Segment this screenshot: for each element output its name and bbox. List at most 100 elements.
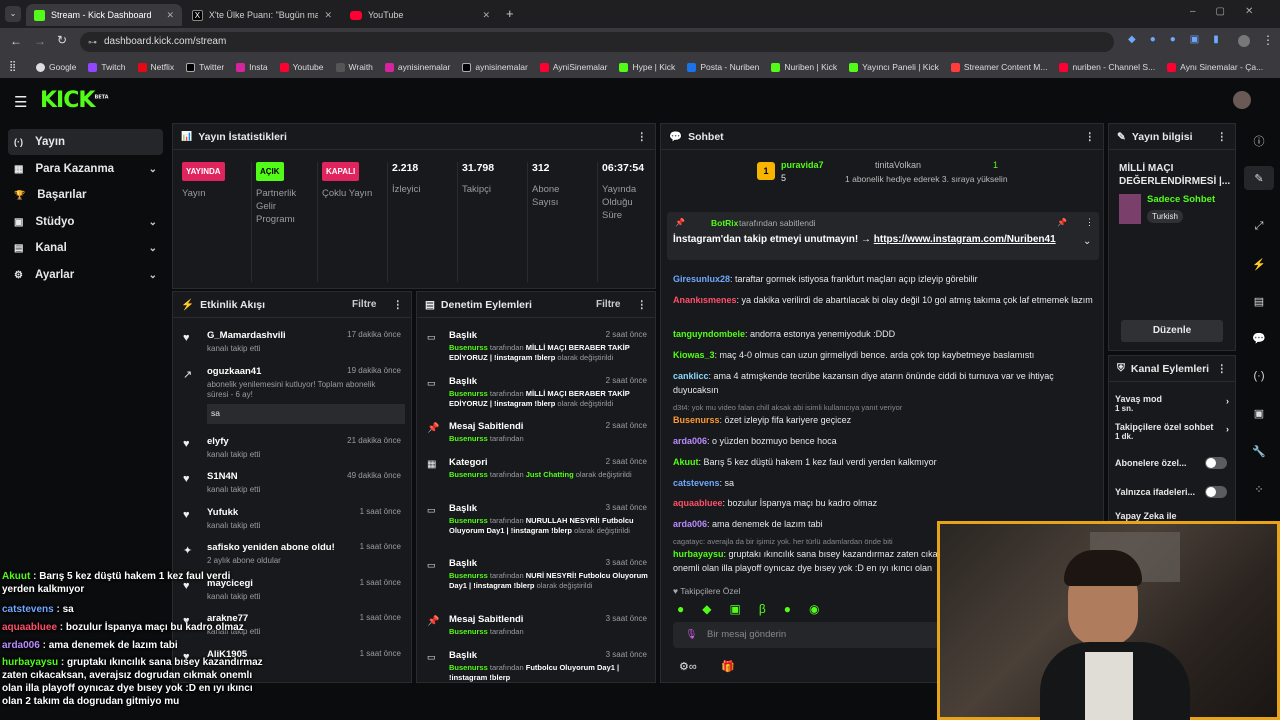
bookmark-nuriben-kick[interactable]: Nuriben | Kick [771, 62, 837, 72]
tab-list-dropdown[interactable]: ⌄ [5, 6, 21, 22]
slow-mode-setting[interactable]: Yavaş mod 1 sn. › [1115, 394, 1231, 413]
bookmark-streamer-content[interactable]: Streamer Content M... [950, 62, 1047, 72]
bookmark-twitch[interactable]: Twitch [88, 62, 126, 72]
sidebar-item-ayarlar[interactable]: ⚙ Ayarlar ⌄ [8, 262, 163, 288]
chat-username[interactable]: hurbayaysu [673, 549, 724, 559]
chat-username[interactable]: tanguyndombele [673, 329, 745, 339]
reload-icon[interactable]: ↻ [57, 33, 67, 47]
bookmark-aynisinemalar-1[interactable]: aynisinemalar [384, 62, 450, 72]
bookmark-insta[interactable]: Insta [236, 62, 268, 72]
broadcast-icon[interactable]: (·) [1244, 364, 1274, 388]
bookmark-channel-studio[interactable]: nuriben - Channel S... [1059, 62, 1155, 72]
more-options-icon[interactable]: ⋮ [637, 131, 648, 143]
wrench-icon[interactable]: 🔧 [1244, 439, 1274, 463]
edit-button[interactable]: Düzenle [1121, 320, 1223, 342]
address-bar[interactable]: ⊶ dashboard.kick.com/stream [80, 32, 1114, 52]
back-icon[interactable]: ← [10, 34, 22, 48]
lightning-icon[interactable]: ⚡ [1244, 252, 1274, 276]
bookmark-posta[interactable]: Posta - Nuriben [687, 62, 759, 72]
chat-username[interactable]: Busenurss [673, 415, 720, 425]
microphone-icon[interactable]: 🎙 [685, 622, 697, 648]
sidebar-item-yayin[interactable]: (·) Yayın [8, 129, 163, 155]
tab-youtube[interactable]: YouTube ✕ [342, 4, 498, 26]
bookmark-ayni-sinemalar[interactable]: Aynı Sinemalar - Ça... [1167, 62, 1263, 72]
chevron-down-icon[interactable]: ⌄ [1083, 236, 1091, 247]
mod-suffix: olarak değiştirildi [536, 581, 593, 590]
x-favicon-icon: X [192, 9, 203, 21]
filter-button[interactable]: Filtre [596, 299, 620, 310]
sidebar-item-basarilar[interactable]: 🏆 Başarılar [8, 182, 163, 208]
new-tab-button[interactable]: + [506, 6, 514, 21]
bookmark-yayinci-paneli[interactable]: Yayıncı Paneli | Kick [849, 62, 939, 72]
menu-icon[interactable]: ⋮ [1262, 33, 1274, 47]
share-icon[interactable]: ⁘ [1244, 477, 1274, 501]
chat-settings-icon[interactable]: ⚙∞ [679, 660, 697, 673]
tab-kick-dashboard[interactable]: Stream - Kick Dashboard ✕ [26, 4, 182, 26]
chat-username[interactable]: catstevens [673, 478, 720, 488]
info-icon[interactable]: ⓘ [1244, 129, 1274, 153]
stream-category[interactable]: Sadece Sohbet [1147, 194, 1215, 205]
chat-input[interactable]: 🎙 Bir mesaj gönderin [673, 622, 939, 648]
unpin-icon[interactable]: 📌 [1057, 218, 1067, 227]
chat-username[interactable]: Giresunlux28 [673, 274, 730, 284]
gift-icon[interactable]: 🎁 [721, 660, 735, 673]
chat-username[interactable]: arda006 [673, 436, 707, 446]
apps-icon[interactable]: ⣿ [9, 61, 16, 72]
resub-icon: ↗ [183, 369, 193, 381]
stat-subscribers: 312 Abone Sayısı [527, 162, 587, 282]
more-options-icon[interactable]: ⋮ [1217, 363, 1228, 375]
chat-username[interactable]: aquaabluee [673, 498, 723, 508]
more-options-icon[interactable]: ⋮ [393, 299, 404, 311]
bookmark-aynisinemalar-3[interactable]: AyniSinemalar [539, 62, 607, 72]
site-info-icon[interactable]: ⊶ [88, 32, 97, 52]
pinned-link[interactable]: https://www.instagram.com/Nuriben41 [874, 234, 1056, 245]
expand-icon[interactable]: ⤢ [1244, 214, 1274, 238]
panel-title: Denetim Eylemleri [440, 298, 532, 311]
chat-username[interactable]: arda006 [673, 519, 707, 529]
filter-button[interactable]: Filtre [352, 299, 376, 310]
followers-only-setting[interactable]: Takipçilere özel sohbet 1 dk. › [1115, 422, 1231, 441]
close-tab-icon[interactable]: ✕ [482, 10, 490, 21]
pinned-more-icon[interactable]: ⋮ [1085, 217, 1094, 228]
forward-icon[interactable]: → [34, 34, 46, 48]
chat-username[interactable]: Anankısmenes [673, 295, 737, 305]
event-time: 1 saat önce [359, 649, 401, 658]
chat-bubble-icon[interactable]: 💬 [1244, 326, 1274, 350]
bookmark-netflix[interactable]: Netflix [137, 62, 174, 72]
more-options-icon[interactable]: ⋮ [1217, 131, 1228, 143]
chat-username[interactable]: Kiowas_3 [673, 350, 715, 360]
chat-username[interactable]: canklicc [673, 371, 709, 381]
pencil-icon[interactable]: ✎ [1244, 166, 1274, 190]
window-controls[interactable]: –▢✕ [1190, 6, 1273, 17]
event-time: 1 saat önce [359, 542, 401, 551]
stat-label: Abone Sayısı [532, 184, 560, 208]
stat-value: 312 [532, 162, 550, 174]
chat-username[interactable]: Akuut [673, 457, 699, 467]
bookmark-youtube[interactable]: Youtube [279, 62, 324, 72]
more-options-icon[interactable]: ⋮ [1085, 131, 1096, 143]
subscribers-only-toggle[interactable] [1205, 457, 1227, 469]
extensions-icon[interactable]: ◆●●▣▮ [1128, 34, 1233, 45]
tab-x-post[interactable]: X X'te Ülke Puanı: "Bugün maçlar... ✕ [184, 4, 340, 26]
close-tab-icon[interactable]: ✕ [324, 10, 332, 21]
kick-logo[interactable]: KICKBETA [40, 88, 109, 113]
bookmark-google[interactable]: Google [36, 62, 76, 72]
bookmark-hype-kick[interactable]: Hype | Kick [619, 62, 675, 72]
sidebar-item-kanal[interactable]: ▤ Kanal ⌄ [8, 235, 163, 261]
document-icon[interactable]: ▤ [1244, 289, 1274, 313]
more-options-icon[interactable]: ⋮ [637, 299, 648, 311]
sidebar-item-studyo[interactable]: ▣ Stüdyo ⌄ [8, 209, 163, 235]
bookmark-twitter[interactable]: Twitter [186, 62, 224, 72]
bookmark-aynisinemalar-2[interactable]: aynisinemalar [462, 62, 528, 72]
hamburger-menu-icon[interactable]: ☰ [14, 93, 27, 111]
sidebar-item-para-kazanma[interactable]: ▦ Para Kazanma ⌄ [8, 156, 163, 182]
profile-icon[interactable] [1238, 35, 1250, 47]
emotes-only-toggle[interactable] [1205, 486, 1227, 498]
bookmark-wraith[interactable]: Wraith [335, 62, 373, 72]
chevron-right-icon: › [1226, 396, 1229, 406]
chat-text: Barış 5 kez düştü hakem 1 kez faul verdi… [703, 457, 937, 467]
layout-icon[interactable]: ▣ [1244, 401, 1274, 425]
close-tab-icon[interactable]: ✕ [166, 10, 174, 21]
avatar[interactable] [1233, 91, 1251, 109]
emote-bar[interactable]: ●◆▣β●◉ [677, 602, 837, 616]
